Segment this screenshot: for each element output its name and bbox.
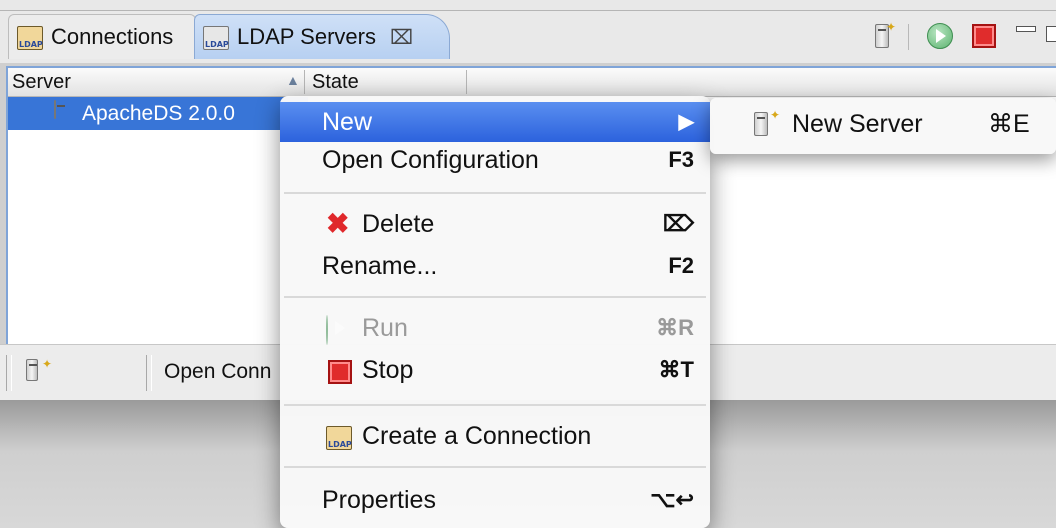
new-server-icon: ✦ <box>754 108 780 141</box>
run-icon <box>927 23 953 49</box>
tab-ldap-servers-label: LDAP Servers <box>237 24 376 49</box>
submenu-new: ✦ New Server ⌘E <box>710 98 1056 154</box>
sort-ascending-icon: ▲ <box>286 72 300 88</box>
stop-button[interactable] <box>970 22 998 50</box>
server-icon <box>54 100 56 119</box>
create-connection-icon: LDAP <box>324 424 352 450</box>
delete-key-icon: ⌦ <box>662 211 694 236</box>
menu-item-properties[interactable]: Properties ⌥↩ <box>280 480 710 520</box>
table-header: Server ▲ State <box>8 68 1056 97</box>
new-server-button-small[interactable]: ✦ <box>26 357 52 386</box>
ldap-servers-icon: LDAP <box>201 24 231 50</box>
menu-item-stop[interactable]: Stop ⌘T <box>280 350 710 390</box>
delete-icon: ✖ <box>326 208 350 239</box>
table-row[interactable]: ApacheDS 2.0.0 <box>8 97 308 130</box>
menu-separator <box>284 466 706 468</box>
menu-separator <box>284 296 706 298</box>
run-button[interactable] <box>926 22 954 50</box>
submenu-item-new-server[interactable]: New Server <box>792 98 923 150</box>
stop-icon <box>328 360 352 384</box>
menu-item-create-connection[interactable]: LDAP Create a Connection <box>280 416 710 456</box>
run-icon <box>326 315 328 345</box>
toolbar-divider <box>908 24 909 50</box>
menu-item-open-configuration[interactable]: Open Configuration F3 <box>280 140 710 180</box>
column-divider <box>466 70 467 94</box>
toolbar-grip <box>146 355 152 391</box>
tab-connections-label: Connections <box>51 24 174 49</box>
open-connection-button[interactable]: Open Conn <box>164 360 271 384</box>
menu-item-rename[interactable]: Rename... F2 <box>280 246 710 286</box>
maximize-icon[interactable] <box>1046 26 1056 42</box>
column-divider <box>304 70 305 94</box>
new-server-icon <box>26 359 38 381</box>
close-tab-icon[interactable]: ⌧ <box>390 25 413 50</box>
toolbar-grip <box>6 355 12 391</box>
new-server-button[interactable]: ✦ <box>868 20 896 50</box>
submenu-arrow-icon: ▶ <box>678 111 694 133</box>
minimize-icon[interactable] <box>1016 26 1036 32</box>
ldap-connections-icon: LDAP <box>15 24 45 50</box>
stop-icon <box>972 24 996 48</box>
tab-ldap-servers[interactable]: LDAP LDAP Servers ⌧ <box>194 14 450 59</box>
context-menu: New ▶ Open Configuration F3 ✖ Delete ⌦ R… <box>280 96 710 528</box>
menu-item-delete[interactable]: ✖ Delete ⌦ <box>280 204 710 244</box>
tab-connections[interactable]: LDAP Connections <box>8 14 196 59</box>
column-state[interactable]: State <box>312 68 359 96</box>
menu-item-run[interactable]: Run ⌘R <box>280 308 710 348</box>
server-name: ApacheDS 2.0.0 <box>82 102 235 125</box>
column-server[interactable]: Server <box>12 68 71 96</box>
menu-item-new[interactable]: New ▶ <box>280 102 710 142</box>
menu-separator <box>284 404 706 406</box>
submenu-shortcut: ⌘E <box>988 110 1030 138</box>
menu-separator <box>284 192 706 194</box>
window-top-strip <box>0 0 1056 11</box>
